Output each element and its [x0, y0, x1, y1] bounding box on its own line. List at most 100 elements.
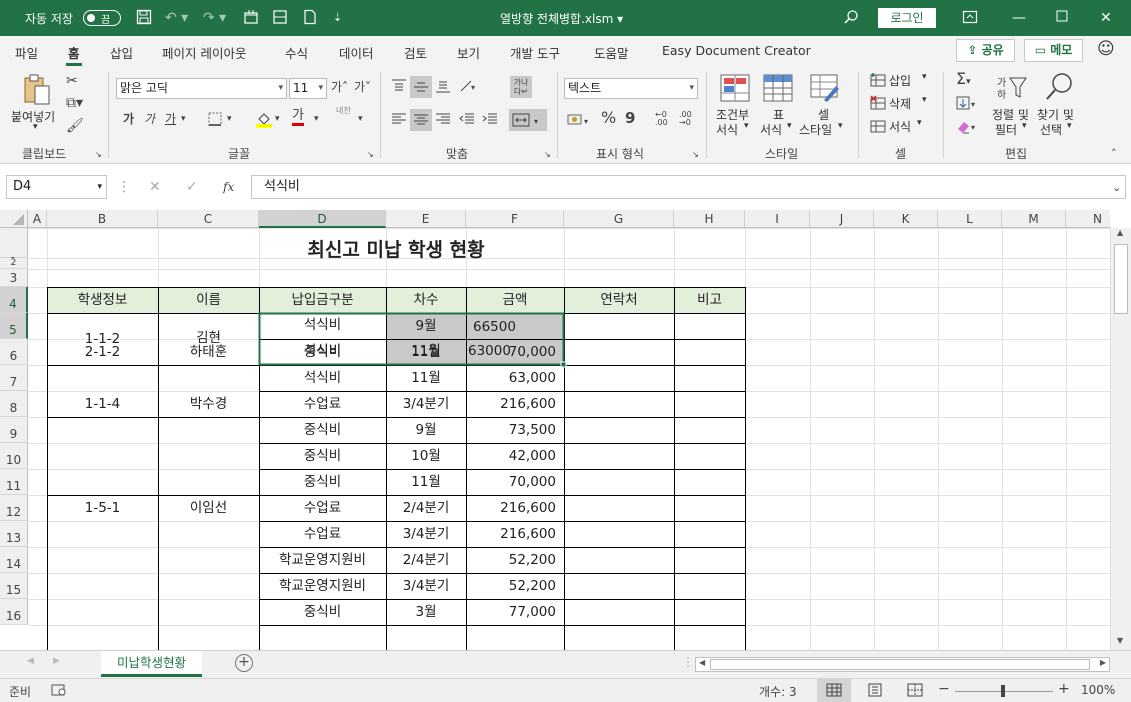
header-payment-type[interactable]: 납입금구분	[259, 287, 386, 313]
sort-filter-icon[interactable]: 가하	[996, 74, 1028, 106]
align-top-icon[interactable]	[391, 78, 407, 98]
format-cells-label[interactable]: 서식	[889, 118, 911, 135]
cell-f6[interactable]: 70,000	[466, 339, 564, 365]
zoom-level[interactable]: 100%	[1081, 683, 1115, 697]
cell-b6[interactable]: 2-1-2	[47, 339, 158, 365]
redo-icon[interactable]: ↷ ▾	[203, 9, 226, 27]
cell-f15[interactable]: 52,200	[466, 573, 564, 599]
cell-d10[interactable]: 중식비	[259, 443, 386, 469]
confirm-entry-icon[interactable]: ✓	[186, 179, 198, 195]
header-contact[interactable]: 연락처	[564, 287, 674, 313]
tab-formulas[interactable]: 수식	[285, 43, 308, 62]
tab-help[interactable]: 도움말	[594, 43, 629, 62]
horizontal-scrollbar[interactable]: ◀ ▶	[695, 657, 1110, 672]
tab-insert[interactable]: 삽입	[110, 43, 133, 62]
minimize-icon[interactable]: —	[1012, 9, 1026, 27]
conditional-formatting-dropdown-icon[interactable]: ▾	[744, 121, 749, 131]
cell-d12[interactable]: 수업료	[259, 495, 386, 521]
find-select-dropdown-icon[interactable]: ▾	[1067, 121, 1072, 131]
clipboard-launcher-icon[interactable]: ↘	[95, 147, 102, 163]
wrap-text-icon[interactable]: 가나 다↵	[510, 76, 532, 98]
autosave-toggle[interactable]: 끔	[83, 10, 121, 26]
comments-button[interactable]: ▭ 메모	[1024, 39, 1083, 62]
fill-color-icon[interactable]	[255, 110, 273, 132]
format-cells-dropdown-icon[interactable]: ▾	[917, 118, 922, 128]
align-center-icon[interactable]	[410, 109, 432, 131]
clear-icon[interactable]: ▾	[956, 118, 980, 138]
hscroll-thumb[interactable]	[710, 659, 1090, 670]
delete-cells-label[interactable]: 삭제	[889, 95, 911, 112]
cell-d15[interactable]: 학교운영지원비	[259, 573, 386, 599]
insert-cells-label[interactable]: 삽입	[889, 72, 911, 89]
cell-f16[interactable]: 77,000	[466, 599, 564, 625]
cell-d4[interactable]: 석식비	[259, 313, 386, 339]
insert-cells-dropdown-icon[interactable]: ▾	[922, 72, 927, 82]
maximize-icon[interactable]	[1056, 9, 1068, 27]
number-launcher-icon[interactable]: ↘	[692, 147, 699, 163]
sheet-tab-active[interactable]: 미납학생현황	[101, 651, 202, 677]
zoom-out-icon[interactable]: −	[938, 681, 950, 697]
paste-icon[interactable]	[22, 74, 52, 110]
document-icon[interactable]	[302, 9, 318, 30]
header-period[interactable]: 차수	[386, 287, 466, 313]
cell-d8[interactable]: 수업료	[259, 391, 386, 417]
tab-data[interactable]: 데이터	[339, 43, 374, 62]
orientation-icon[interactable]: ▾	[459, 78, 481, 98]
phonetic-guide-icon[interactable]: 내천	[336, 106, 352, 116]
sort-filter-sub[interactable]: 필터	[995, 121, 1017, 138]
scroll-up-icon[interactable]: ▲	[1117, 228, 1123, 237]
decrease-decimal-icon[interactable]: .00 →0	[679, 111, 692, 127]
layout-icon[interactable]	[272, 9, 288, 30]
autosum-icon[interactable]: Σ▾	[956, 71, 971, 90]
header-remarks[interactable]: 비고	[674, 287, 745, 313]
insert-function-button[interactable]: fx	[223, 179, 234, 195]
increase-decimal-icon[interactable]: ←0.00	[655, 111, 668, 127]
worksheet-grid[interactable]: ABCDEFGHIJKLMN 12345678910111213141516 최…	[0, 210, 1110, 650]
cell-styles-icon[interactable]	[810, 74, 840, 106]
cell-f14[interactable]: 52,200	[466, 547, 564, 573]
tab-developer[interactable]: 개발 도구	[510, 43, 560, 62]
bold-button[interactable]: 가	[123, 111, 134, 127]
cell-b12[interactable]: 1-5-1	[47, 495, 158, 521]
cell-d6[interactable]: 중식비	[259, 339, 386, 365]
underline-dropdown-icon[interactable]: ▾	[181, 111, 186, 127]
cell-e10[interactable]: 10월	[386, 443, 466, 469]
tab-home[interactable]: 홈	[66, 43, 81, 66]
tab-review[interactable]: 검토	[404, 43, 427, 62]
cell-d11[interactable]: 중식비	[259, 469, 386, 495]
cell-e11[interactable]: 11월	[386, 469, 466, 495]
format-cells-icon[interactable]	[870, 118, 886, 138]
cell-c12[interactable]: 이임선	[158, 495, 259, 521]
cell-e12[interactable]: 2/4분기	[386, 495, 466, 521]
tab-split-handle[interactable]: ⋮	[682, 655, 694, 669]
cell-f13[interactable]: 216,600	[466, 521, 564, 547]
accounting-format-icon[interactable]: ▾	[567, 111, 593, 131]
percent-style-button[interactable]: %	[601, 110, 616, 126]
cell-e8[interactable]: 3/4분기	[386, 391, 466, 417]
format-painter-icon[interactable]: 🖌	[66, 118, 84, 134]
cell-f10[interactable]: 42,000	[466, 443, 564, 469]
format-as-table-sub[interactable]: 서식	[760, 121, 782, 138]
header-student-info[interactable]: 학생정보	[47, 287, 158, 313]
scroll-left-icon[interactable]: ◀	[699, 658, 705, 667]
copy-icon[interactable]: ⧉▾	[66, 95, 83, 111]
cell-d13[interactable]: 수업료	[259, 521, 386, 547]
ribbon-display-icon[interactable]	[962, 9, 978, 30]
cell-e4[interactable]: 9월	[386, 313, 466, 339]
next-sheet-icon[interactable]: ▶	[53, 656, 60, 666]
header-amount[interactable]: 금액	[466, 287, 564, 313]
shrink-font-icon[interactable]: 가˅	[354, 79, 371, 95]
font-name-select[interactable]: 맑은 고딕 ▾	[116, 78, 287, 99]
expand-formula-bar-icon[interactable]: ⌄	[1112, 180, 1121, 196]
cell-e14[interactable]: 2/4분기	[386, 547, 466, 573]
cell-b8[interactable]: 1-1-4	[47, 391, 158, 417]
cell-e9[interactable]: 9월	[386, 417, 466, 443]
cell-e7[interactable]: 11월	[386, 365, 466, 391]
tab-file[interactable]: 파일	[15, 43, 38, 62]
prev-sheet-icon[interactable]: ◀	[27, 656, 34, 666]
normal-view-icon[interactable]	[817, 679, 851, 702]
italic-button[interactable]: 가	[144, 111, 155, 127]
cell-d7[interactable]: 석식비	[259, 365, 386, 391]
borders-dropdown-icon[interactable]: ▾	[227, 111, 232, 127]
page-break-view-icon[interactable]	[907, 683, 923, 700]
